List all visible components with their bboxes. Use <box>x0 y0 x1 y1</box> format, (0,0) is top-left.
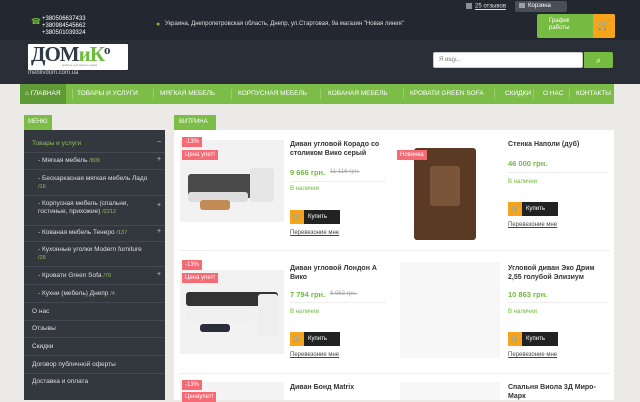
sidebar-item-offer[interactable]: Договор публичной оферты <box>32 361 173 369</box>
product-price: 9 666 грн. <box>290 168 326 177</box>
search-icon: ⌕ <box>595 55 602 65</box>
plus-icon[interactable]: + <box>155 271 163 281</box>
buy-label: Купить <box>526 206 545 212</box>
stock-status: В наличии <box>290 309 320 315</box>
search-input[interactable]: Я ищу... <box>433 52 583 68</box>
nav-cabinet-furniture[interactable]: КОРПУСНАЯ МЕБЕЛЬ <box>238 84 307 104</box>
buy-label: Купить <box>308 336 327 342</box>
showcase-tab: ВИТРИНА <box>174 115 216 130</box>
nav-discounts[interactable]: СКИДКИ <box>505 84 531 104</box>
nav-green-sofa[interactable]: КРОВАТИ GREEN SOFA <box>410 84 484 104</box>
sidebar-item-kitchens[interactable]: - Кухни (мебель) Днепр /4 <box>38 290 163 298</box>
cart-button[interactable]: Корзина <box>515 1 567 12</box>
product-old-price: 8 963 грн. <box>330 291 358 297</box>
buy-button[interactable]: 🛒 Купить <box>508 202 558 216</box>
product-price: 46 000 грн. <box>508 159 548 168</box>
product-title[interactable]: Спальня Виола 3Д Миро-Марк <box>508 383 608 401</box>
sidebar-item-frameless[interactable]: - Бескаркасная мягкая мебель Ладо /16 <box>38 175 148 191</box>
top-bar: ☎ +380506637433 +380984545662 +380501039… <box>0 0 640 40</box>
phone-number[interactable]: +380506637433 <box>42 16 86 23</box>
product-title[interactable]: Диван угловой Лондон А Вико <box>290 264 388 282</box>
sidebar-item-forged[interactable]: - Кованая мебель Тенеро /137 <box>38 229 163 237</box>
nav-products[interactable]: ТОВАРЫ И УСЛУГИ <box>77 84 138 104</box>
sidebar-item-products[interactable]: Товары и услуги <box>32 140 173 148</box>
sidebar-menu: Товары и услуги − - Мягкая мебель /809 +… <box>24 130 165 400</box>
location-icon: ● <box>156 21 161 28</box>
sidebar-item-reviews[interactable]: Отзывы <box>32 325 173 333</box>
cart-label: Корзина <box>528 3 551 9</box>
buy-button[interactable]: 🛒 Купить <box>290 210 340 224</box>
sale-badge: Ценаупет! <box>182 392 217 402</box>
sale-badge: Цена упет! <box>182 150 218 160</box>
product-title[interactable]: Диван Бонд Matrix <box>290 383 388 392</box>
buy-button[interactable]: 🛒 Купить <box>290 332 340 346</box>
comment-icon <box>466 3 472 9</box>
compare-link[interactable]: Перевезоние мне <box>290 352 339 358</box>
reviews-link[interactable]: 25 отзывов <box>466 3 506 10</box>
showcase-panel: -13% Цена упет! Диван угловой Корадо со … <box>174 130 614 402</box>
nav-about[interactable]: О НАС <box>543 84 563 104</box>
plus-icon[interactable]: + <box>155 156 163 166</box>
discount-badge: -13% <box>182 380 203 390</box>
sidebar-item-kitchen-corners[interactable]: - Кухонные уголки Modern furniture /28 <box>38 246 146 262</box>
sidebar-item-discounts[interactable]: Скидки <box>32 343 173 351</box>
compare-link[interactable]: Перевезоние мне <box>290 230 339 236</box>
compare-link[interactable]: Перевезоние мне <box>508 352 557 358</box>
plus-icon[interactable]: + <box>155 202 163 212</box>
compare-link[interactable]: Перевезоние мне <box>508 222 557 228</box>
stock-status: В наличии <box>290 186 320 192</box>
logo-tagline: мебель для вашего дома <box>62 63 98 67</box>
phone-icon: ☎ <box>31 17 41 26</box>
store-address: Украина, Днепропетровская область, Днепр… <box>165 21 404 27</box>
discount-badge: -13% <box>182 137 203 147</box>
product-image[interactable] <box>400 262 500 358</box>
stock-status: В наличии <box>508 179 538 185</box>
cart-icon: 🛒 <box>508 202 522 216</box>
sale-badge: Цена упет! <box>182 273 218 283</box>
sidebar-item-green-sofa[interactable]: - Кровати Green Sofa /70 <box>38 272 163 280</box>
product-title[interactable]: Диван угловой Корадо со столиком Вико се… <box>290 140 388 158</box>
cart-icon: 🛒 <box>508 332 522 346</box>
product-image[interactable] <box>400 382 500 400</box>
phone-number[interactable]: +380984545662 <box>42 23 86 30</box>
product-old-price: 11 116 грн. <box>330 169 360 175</box>
product-title[interactable]: Стенка Наполи (дуб) <box>508 140 606 149</box>
cart-icon[interactable]: 🛒 <box>593 14 615 38</box>
sidebar-item-delivery[interactable]: Доставка и оплата <box>32 378 173 386</box>
sidebar-item-soft-furniture[interactable]: - Мягкая мебель /809 <box>38 157 163 165</box>
phone-list: +380506637433 +380984545662 +38050103932… <box>42 16 86 37</box>
nav-forged-furniture[interactable]: КОВАНАЯ МЕБЕЛЬ <box>328 84 388 104</box>
product-price: 7 794 грн. <box>290 290 326 299</box>
site-url: meblivdom.com.ua <box>28 70 79 76</box>
nav-soft-furniture[interactable]: МЯГКАЯ МЕБЕЛЬ <box>160 84 215 104</box>
logo[interactable]: ДОМиКо мебель для вашего дома <box>28 42 128 70</box>
cart-icon: 🛒 <box>290 332 304 346</box>
search-button[interactable]: ⌕ <box>584 52 613 68</box>
menu-tab: МЕНЮ <box>24 115 52 130</box>
stock-status: В наличии <box>508 309 538 315</box>
new-badge: Новинка <box>397 150 427 160</box>
buy-button[interactable]: 🛒 Купить <box>508 332 558 346</box>
product-price: 10 863 грн. <box>508 290 548 299</box>
plus-icon[interactable]: + <box>155 228 163 238</box>
cart-icon <box>519 2 525 8</box>
main-nav: ⌂ ГЛАВНАЯ ТОВАРЫ И УСЛУГИ МЯГКАЯ МЕБЕЛЬ … <box>20 84 614 104</box>
nav-contacts[interactable]: КОНТАКТЫ <box>576 84 611 104</box>
discount-badge: -13% <box>182 260 203 270</box>
product-title[interactable]: Угловой диван Эко Дрим 2,55 голубой Элиз… <box>508 264 608 282</box>
cart-icon: 🛒 <box>290 210 304 224</box>
buy-label: Купить <box>526 336 545 342</box>
sidebar-item-about[interactable]: О нас <box>32 308 173 316</box>
sidebar-item-cabinet[interactable]: - Корпусная мебель (спальни, гостиные, п… <box>38 200 150 216</box>
minus-icon[interactable]: − <box>155 139 163 149</box>
buy-label: Купить <box>308 214 327 220</box>
phone-number[interactable]: +380501039324 <box>42 30 86 37</box>
product-image[interactable] <box>400 146 488 242</box>
nav-home[interactable]: ⌂ ГЛАВНАЯ <box>20 84 66 104</box>
reviews-label: 25 отзывов <box>475 3 507 10</box>
